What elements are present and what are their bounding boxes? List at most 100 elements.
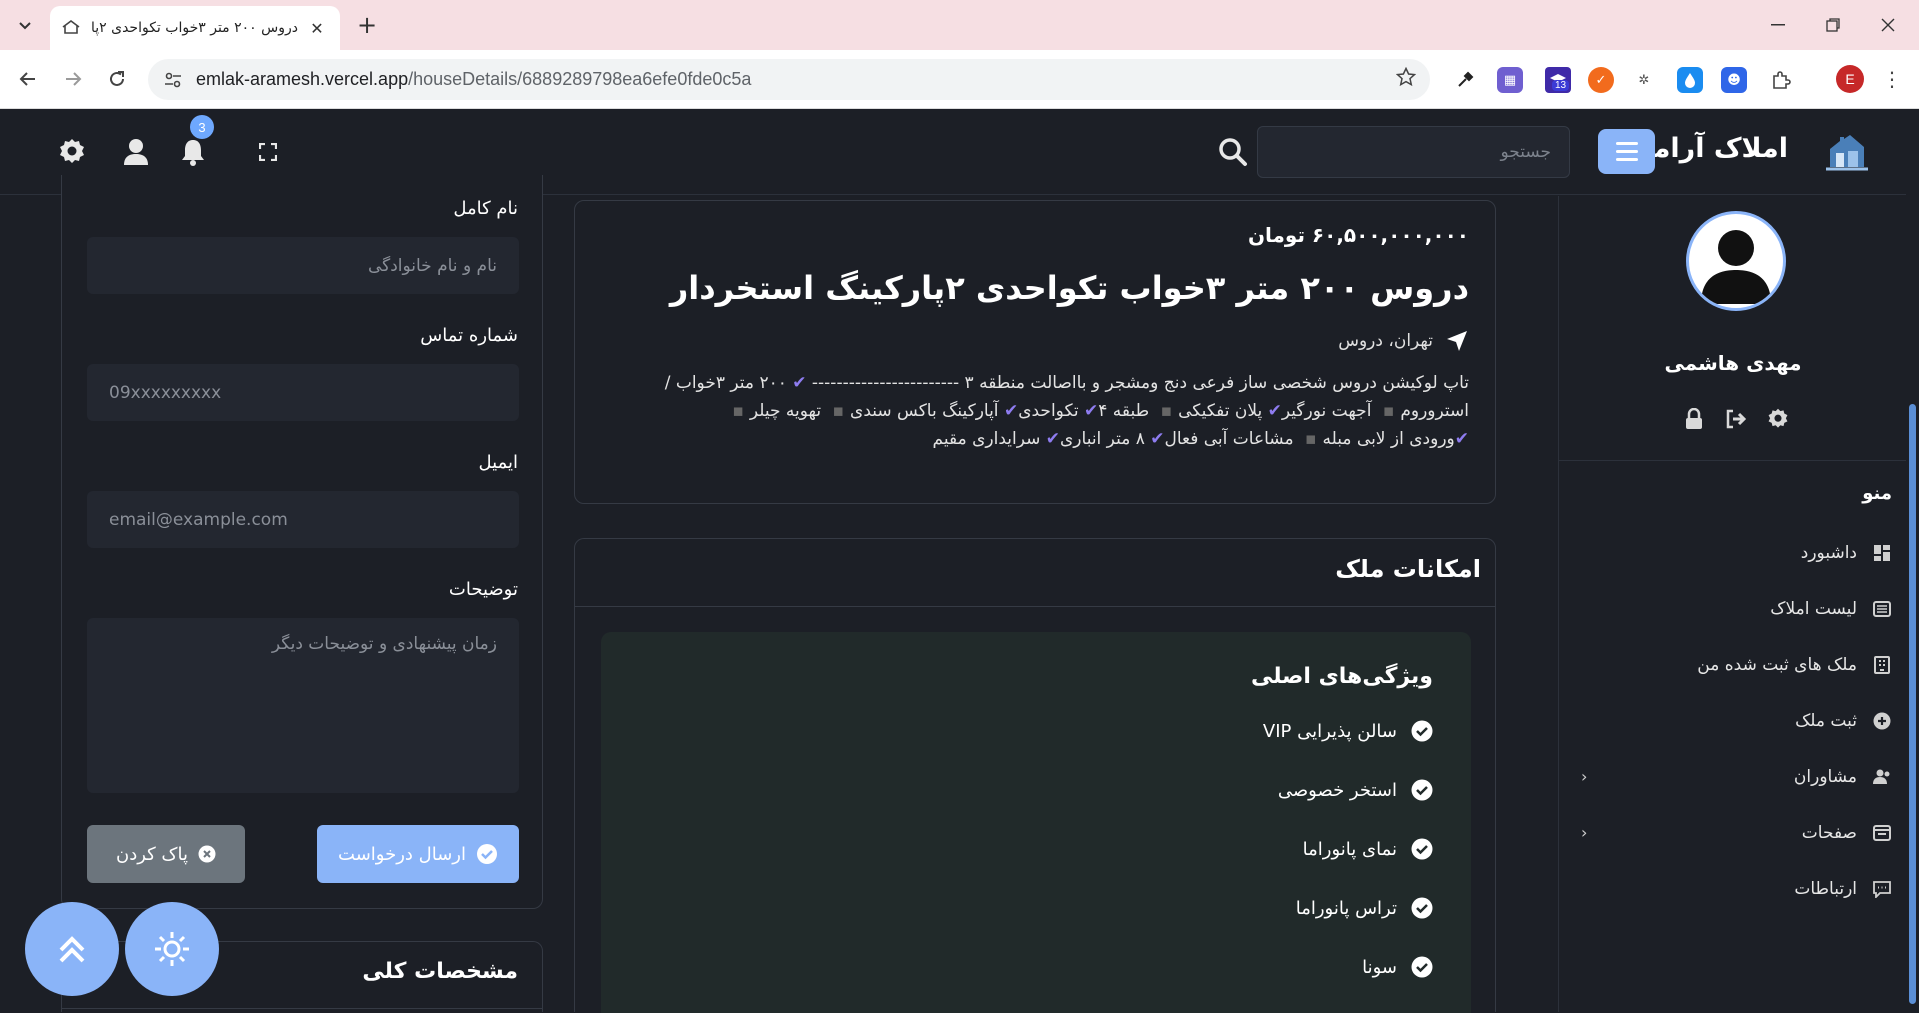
minimize-icon[interactable] <box>1760 10 1796 40</box>
lock-icon[interactable] <box>1681 406 1707 432</box>
sidebar-item-property-list[interactable]: لیست املاک <box>1559 589 1907 629</box>
clear-form-button[interactable]: پاک کردن <box>87 825 245 883</box>
feature-label: تراس پانوراما <box>1295 897 1397 919</box>
sidebar-item-label: ارتباطات <box>1794 879 1857 899</box>
right-sidebar: مهدی هاشمی منو داشبورد لیست املاک ملک ها… <box>1558 196 1907 1012</box>
back-arrow-icon[interactable] <box>12 63 44 95</box>
browser-tab-strip: دروس ۲۰۰ متر ۳خواب تکواحدی ۲پا ✕ + <box>0 0 1919 50</box>
tab-title: دروس ۲۰۰ متر ۳خواب تکواحدی ۲پا <box>92 20 298 36</box>
building-icon <box>1871 654 1893 676</box>
theme-toggle-button[interactable] <box>125 902 219 996</box>
bug-extension-icon[interactable]: ✲ <box>1631 67 1657 93</box>
eyedropper-extension-icon[interactable] <box>1452 67 1478 93</box>
pages-icon <box>1871 822 1893 844</box>
puzzle-extensions-icon[interactable] <box>1768 67 1794 93</box>
feature-item: استخر خصوصی <box>1278 775 1433 805</box>
amenities-title: امکانات ملک <box>1335 555 1481 583</box>
user-icon[interactable] <box>120 136 152 168</box>
feature-item: سونا <box>1362 952 1433 982</box>
search-input[interactable] <box>1257 126 1570 178</box>
desc-text: طبقه ۴ <box>1098 401 1150 421</box>
fullname-input[interactable] <box>87 237 519 294</box>
house-favicon-icon <box>62 20 82 36</box>
desc-text: تاپ لوکیشن دروس شخصی ساز فرعی دنج ومشجر … <box>811 373 1469 393</box>
sidebar-item-label: داشبورد <box>1800 543 1857 563</box>
sidebar-item-advisors[interactable]: مشاوران ‹ <box>1559 757 1907 797</box>
divider <box>1559 460 1907 461</box>
location-arrow-icon <box>1447 331 1467 351</box>
check-circle-icon <box>1411 779 1433 801</box>
notes-label: توضیحات <box>448 579 518 600</box>
logout-icon[interactable] <box>1723 406 1749 432</box>
sidebar-item-communications[interactable]: ارتباطات <box>1559 869 1907 909</box>
close-window-icon[interactable] <box>1870 10 1906 40</box>
main-features-panel: ویژگی‌های اصلی سالن پذیرایی VIP استخر خص… <box>601 632 1471 1013</box>
notes-textarea[interactable] <box>87 618 519 793</box>
sidebar-item-dashboard[interactable]: داشبورد <box>1559 533 1907 573</box>
phone-input[interactable] <box>87 364 519 421</box>
sidebar-item-add-property[interactable]: ثبت ملک <box>1559 701 1907 741</box>
feature-item: تراس پانوراما <box>1296 893 1433 923</box>
scrollbar-thumb[interactable] <box>1909 404 1916 1004</box>
desc-text: آپارکینگ باکس سندی <box>850 401 999 421</box>
url-path: /houseDetails/6889289798ea6efe0fde0c5a <box>408 69 752 89</box>
sun-icon <box>155 932 189 966</box>
tab-search-chevron-icon[interactable] <box>10 10 40 40</box>
face-extension-icon[interactable]: ☻ <box>1721 67 1747 93</box>
sidebar-item-my-properties[interactable]: ملک های ثبت شده من <box>1559 645 1907 685</box>
menu-toggle-button[interactable] <box>1598 129 1655 174</box>
profile-avatar[interactable]: E <box>1836 65 1864 93</box>
user-avatar[interactable] <box>1686 211 1786 311</box>
brand-logo-icon[interactable] <box>1826 131 1868 171</box>
fullscreen-icon[interactable] <box>252 136 284 168</box>
settings-gear-icon[interactable] <box>56 136 88 168</box>
feature-label: سالن پذیرایی VIP <box>1262 720 1397 742</box>
desc-text: ۸ متر انباری <box>1060 429 1145 449</box>
main-features-title: ویژگی‌های اصلی <box>1250 664 1433 689</box>
plus-circle-icon <box>1871 710 1893 732</box>
feature-label: نمای پانوراما <box>1302 838 1397 860</box>
tab-close-icon[interactable]: ✕ <box>306 19 328 38</box>
check-circle-icon <box>476 844 497 864</box>
sidebar-item-label: ملک های ثبت شده من <box>1697 655 1857 675</box>
notification-bell-icon[interactable] <box>177 136 209 168</box>
bookmark-star-icon[interactable] <box>1395 66 1417 93</box>
check-circle-icon <box>1411 838 1433 860</box>
property-info-card: ۶۰,۵۰۰,۰۰۰,۰۰۰ تومان دروس ۲۰۰ متر ۳خواب … <box>574 200 1496 504</box>
page-scrollbar[interactable] <box>1906 109 1919 1012</box>
search-icon[interactable] <box>1218 137 1248 167</box>
submit-request-button[interactable]: ارسال درخواست <box>317 825 519 883</box>
feature-label: سونا <box>1362 956 1397 978</box>
email-input[interactable] <box>87 491 519 548</box>
browser-menu-icon[interactable]: ⋮ <box>1882 64 1902 94</box>
extension-badge: 13 <box>1552 80 1570 91</box>
forward-arrow-icon[interactable] <box>57 63 89 95</box>
url-text[interactable]: emlak-aramesh.vercel.app/houseDetails/68… <box>196 69 1396 90</box>
drop-extension-icon[interactable] <box>1677 67 1703 93</box>
new-tab-button[interactable]: + <box>352 10 382 40</box>
check-icon: ✔ <box>792 373 807 393</box>
feature-item: سالن پذیرایی VIP <box>1263 716 1433 746</box>
chevron-left-icon: ‹ <box>1581 767 1588 786</box>
sidebar-item-pages[interactable]: صفحات ‹ <box>1559 813 1907 853</box>
reload-icon[interactable] <box>101 63 133 95</box>
check-icon: ✔ <box>1003 401 1019 421</box>
divider <box>62 1008 542 1009</box>
feature-item: نمای پانوراما <box>1303 834 1433 864</box>
sidebar-item-label: ثبت ملک <box>1795 711 1857 731</box>
desc-text: پلان تفکیکی <box>1178 401 1263 421</box>
restore-icon[interactable] <box>1815 10 1851 40</box>
orange-extension-icon[interactable]: ✓ <box>1588 67 1614 93</box>
address-bar[interactable]: emlak-aramesh.vercel.app/houseDetails/68… <box>148 59 1430 100</box>
scroll-to-top-button[interactable] <box>25 902 119 996</box>
default-avatar-icon <box>1701 230 1771 304</box>
check-icon: ✔ <box>1045 429 1060 449</box>
sidebar-item-label: لیست املاک <box>1770 599 1857 619</box>
site-info-icon[interactable] <box>162 69 184 91</box>
purple-extension-icon[interactable]: ▦ <box>1497 67 1523 93</box>
submit-label: ارسال درخواست <box>338 843 466 865</box>
user-name: مهدی هاشمی <box>1664 351 1802 375</box>
browser-tab-active[interactable]: دروس ۲۰۰ متر ۳خواب تکواحدی ۲پا ✕ <box>50 6 340 50</box>
check-icon: ✔ <box>1454 429 1469 449</box>
settings-gear-icon[interactable] <box>1765 406 1791 432</box>
